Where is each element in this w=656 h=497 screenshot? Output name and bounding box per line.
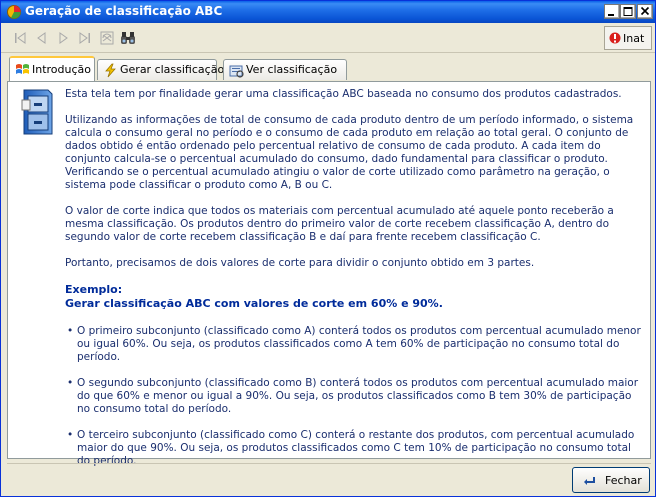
maximize-icon (623, 7, 633, 16)
previous-record-icon[interactable] (33, 29, 51, 47)
title-bar[interactable]: Geração de classificação ABC (1, 1, 655, 23)
tab-label: Introdução (32, 63, 92, 76)
intro-paragraph: O valor de corte indica que todos os mat… (65, 205, 614, 243)
list-item-text: O segundo subconjunto (classificado como… (77, 377, 639, 415)
windows-flag-icon (16, 64, 29, 74)
window: Geração de classificação ABC Inat Introd… (0, 0, 656, 497)
refresh-icon[interactable] (98, 29, 116, 47)
example-subtitle: Gerar classificação ABC com valores de c… (65, 297, 443, 310)
tab-introducao[interactable]: Introdução (9, 56, 95, 81)
example-title: Exemplo: (65, 283, 123, 296)
fechar-label: Fechar (605, 474, 642, 487)
return-arrow-icon (584, 477, 595, 485)
tab-panel-introducao: Esta tela tem por finalidade gerar uma c… (7, 81, 651, 467)
tab-ver-classificacao[interactable]: Ver classificação (223, 59, 347, 80)
list-item-text: O primeiro subconjunto (classificado com… (77, 325, 641, 363)
minimize-button[interactable] (604, 4, 620, 19)
intro-content: Esta tela tem por finalidade gerar uma c… (65, 88, 645, 481)
intro-paragraph: Portanto, precisamos de dois valores de … (65, 257, 535, 269)
separator (7, 463, 651, 464)
status-indicator-button[interactable]: Inat (604, 26, 652, 50)
example-heading: Exemplo: Gerar classificação ABC com val… (65, 283, 645, 311)
report-icon (229, 65, 244, 78)
tab-bar: Introdução Gerar classificação Ver class… (1, 53, 655, 81)
window-title: Geração de classificação ABC (25, 4, 223, 18)
close-window-button[interactable] (637, 4, 653, 19)
minimize-icon (608, 14, 614, 16)
last-record-icon[interactable] (76, 29, 94, 47)
status-label: Inat (623, 32, 645, 45)
toolbar: Inat (1, 23, 655, 53)
tab-label: Gerar classificação (120, 63, 225, 76)
next-record-icon[interactable] (54, 29, 72, 47)
bullet-icon: • (67, 325, 74, 337)
app-icon (7, 5, 21, 19)
list-item: • O primeiro subconjunto (classificado co… (65, 325, 645, 364)
binoculars-icon[interactable] (119, 29, 137, 47)
lightning-icon (105, 63, 116, 78)
intro-paragraph: Esta tela tem por finalidade gerar uma c… (65, 88, 622, 100)
tab-gerar-classificacao[interactable]: Gerar classificação (97, 59, 224, 80)
bullet-icon: • (67, 377, 74, 389)
tab-label: Ver classificação (246, 63, 338, 76)
list-item: • O segundo subconjunto (classificado com… (65, 377, 645, 416)
maximize-button[interactable] (620, 4, 636, 19)
fechar-button[interactable]: Fechar (572, 467, 650, 493)
alert-icon (609, 32, 621, 44)
bullet-icon: • (67, 429, 74, 441)
intro-paragraph: Utilizando as informações de total de co… (65, 114, 634, 191)
close-icon (640, 6, 650, 16)
first-record-icon[interactable] (11, 29, 29, 47)
list-item-text: O terceiro subconjunto (classificado com… (77, 429, 635, 467)
example-list: • O primeiro subconjunto (classificado co… (65, 325, 645, 468)
file-cabinet-icon (21, 89, 53, 135)
